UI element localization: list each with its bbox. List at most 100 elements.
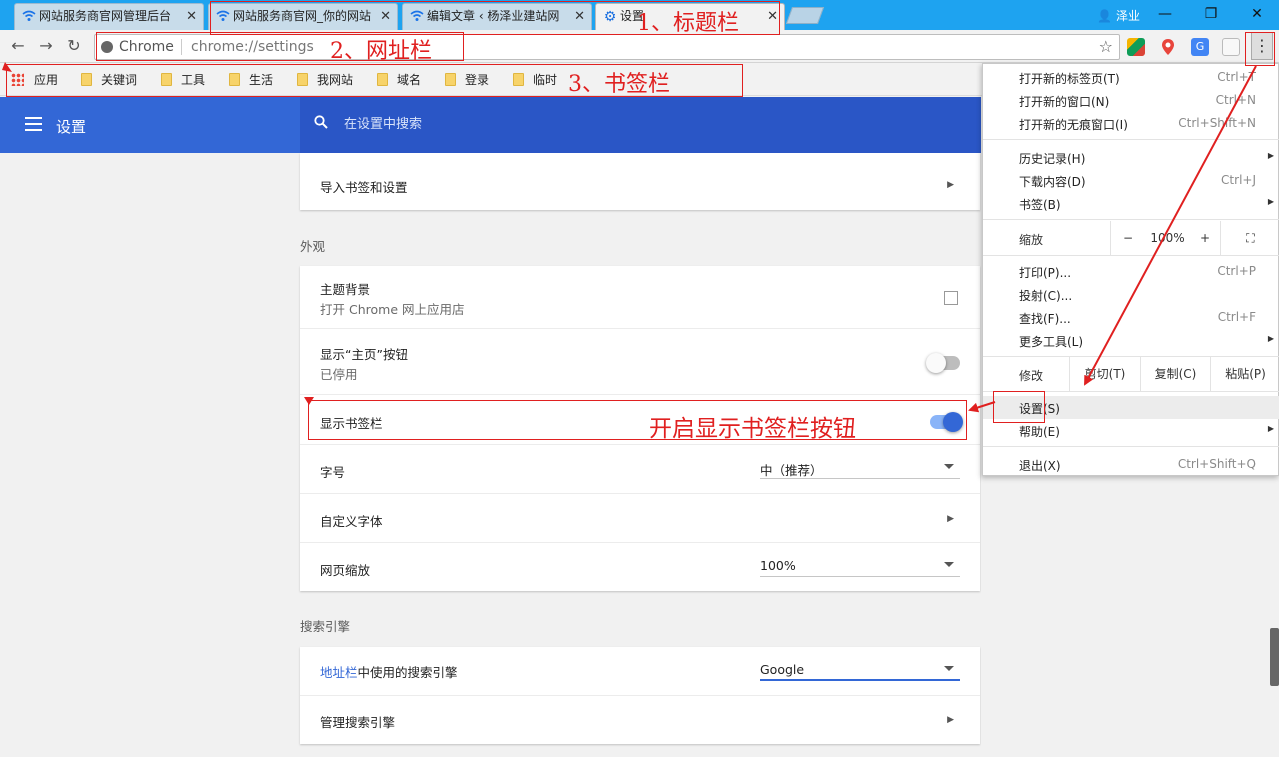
star-icon[interactable]: ☆ — [1099, 37, 1113, 56]
menu-downloads[interactable]: 下载内容(D) Ctrl+J — [983, 169, 1279, 192]
menu-divider — [983, 219, 1279, 220]
annotation-box-toggle — [308, 400, 967, 440]
menu-label: 缩放 — [1019, 233, 1044, 247]
page-zoom-label: 网页缩放 — [320, 563, 371, 578]
font-size-label: 字号 — [320, 465, 346, 480]
menu-cast[interactable]: 投射(C)... — [983, 283, 1279, 306]
menu-bookmarks[interactable]: 书签(B) ▶ — [983, 192, 1279, 215]
menu-more-tools[interactable]: 更多工具(L) ▶ — [983, 329, 1279, 352]
new-tab-button[interactable] — [785, 7, 825, 24]
menu-label: 投射(C)... — [1019, 289, 1073, 303]
annotation-bookmark-bar: 3、书签栏 — [568, 72, 670, 97]
home-button-row: 显示“主页”按钮 已停用 — [300, 329, 980, 395]
zoom-value: 100% — [1150, 231, 1185, 245]
settings-header: 设置 — [0, 97, 981, 153]
chevron-right-icon: ▶ — [1267, 424, 1274, 433]
dropdown-caret-icon — [944, 464, 954, 469]
page-zoom-value: 100% — [760, 558, 796, 573]
import-row[interactable]: 导入书签和设置 ▶ — [300, 161, 980, 210]
menu-label: 历史记录(H) — [1019, 152, 1086, 166]
menu-print[interactable]: 打印(P)... Ctrl+P — [983, 260, 1279, 283]
tab-title: 网站服务商官网管理后台 — [39, 9, 172, 23]
chevron-right-icon: ▶ — [1267, 151, 1274, 160]
tab-1[interactable]: 网站服务商官网管理后台 ✕ — [14, 3, 204, 30]
custom-fonts-label: 自定义字体 — [320, 514, 383, 529]
custom-fonts-row[interactable]: 自定义字体 ▶ — [300, 494, 980, 543]
forward-button[interactable]: → — [36, 36, 56, 56]
chevron-right-icon: ▶ — [947, 715, 954, 725]
toggle-knob — [926, 353, 946, 373]
menu-shortcut: Ctrl+P — [1217, 264, 1256, 278]
chevron-right-icon: ▶ — [1267, 334, 1274, 343]
zoom-out-button[interactable]: − — [1110, 221, 1145, 255]
menu-new-window[interactable]: 打开新的窗口(N) Ctrl+N — [983, 89, 1279, 112]
profile-button[interactable]: 👤 泽业 — [1097, 7, 1140, 24]
map-pin-icon[interactable] — [1159, 38, 1177, 56]
menu-zoom: 缩放 − 100% + ⛶ — [983, 221, 1279, 255]
address-bar-link[interactable]: 地址栏 — [320, 665, 358, 680]
annotation-box-settings-item — [993, 391, 1045, 423]
page-zoom-select[interactable]: 100% — [760, 555, 960, 577]
back-button[interactable]: ← — [8, 36, 28, 56]
manage-search-row[interactable]: 管理搜索引擎 ▶ — [300, 696, 980, 744]
import-label: 导入书签和设置 — [320, 180, 408, 195]
search-engine-select[interactable]: Google — [760, 659, 960, 681]
settings-content: 导入书签和设置 ▶ 外观 主题背景 打开 Chrome 网上应用店 显示“主页”… — [0, 153, 981, 757]
reader-icon[interactable] — [1222, 38, 1240, 56]
search-engine-card: 地址栏中使用的搜索引擎 Google 管理搜索引擎 ▶ — [300, 647, 980, 744]
extension-icon[interactable] — [1127, 38, 1145, 56]
menu-divider — [983, 446, 1279, 447]
menu-label: 打开新的标签页(T) — [1019, 72, 1120, 86]
menu-divider — [983, 139, 1279, 140]
menu-label: 打开新的无痕窗口(I) — [1019, 118, 1128, 132]
translate-icon[interactable]: G — [1191, 38, 1209, 56]
theme-row[interactable]: 主题背景 打开 Chrome 网上应用店 — [300, 266, 980, 329]
home-button-toggle[interactable] — [926, 353, 960, 373]
menu-find[interactable]: 查找(F)... Ctrl+F — [983, 306, 1279, 329]
chevron-right-icon: ▶ — [947, 514, 954, 524]
copy-button[interactable]: 复制(C) — [1140, 357, 1210, 391]
menu-label: 帮助(E) — [1019, 425, 1060, 439]
menu-history[interactable]: 历史记录(H) ▶ — [983, 146, 1279, 169]
import-card: 导入书签和设置 ▶ — [300, 153, 980, 210]
menu-shortcut: Ctrl+N — [1215, 93, 1256, 107]
page-zoom-row: 网页缩放 100% — [300, 543, 980, 591]
theme-sub: 打开 Chrome 网上应用店 — [320, 302, 465, 317]
menu-edit: 修改 剪切(T) 复制(C) 粘贴(P) — [983, 357, 1279, 391]
menu-label: 书签(B) — [1019, 198, 1061, 212]
wifi-icon — [22, 10, 36, 24]
menu-exit[interactable]: 退出(X) Ctrl+Shift+Q — [983, 453, 1279, 476]
search-input[interactable] — [344, 113, 944, 135]
fullscreen-icon[interactable]: ⛶ — [1220, 221, 1279, 255]
external-link-icon[interactable] — [944, 291, 958, 305]
menu-new-tab[interactable]: 打开新的标签页(T) Ctrl+T — [983, 66, 1279, 89]
close-window-button[interactable]: ✕ — [1247, 4, 1267, 24]
search-engine-label-text: 中使用的搜索引擎 — [357, 665, 458, 680]
annotation-title-bar: 1、标题栏 — [637, 11, 739, 36]
annotation-box-menu-button — [1245, 32, 1275, 66]
reload-button[interactable]: ↻ — [64, 36, 84, 56]
menu-shortcut: Ctrl+Shift+N — [1178, 116, 1256, 130]
menu-label: 更多工具(L) — [1019, 335, 1084, 349]
menu-label: 下载内容(D) — [1019, 175, 1086, 189]
font-size-value: 中（推荐） — [760, 463, 823, 478]
paste-button[interactable]: 粘贴(P) — [1210, 357, 1279, 391]
settings-search[interactable] — [300, 97, 981, 153]
restore-button[interactable]: ❐ — [1201, 4, 1221, 24]
cut-button[interactable]: 剪切(T) — [1069, 357, 1140, 391]
minimize-button[interactable]: — — [1155, 4, 1175, 24]
menu-shortcut: Ctrl+T — [1217, 70, 1256, 84]
scrollbar-thumb[interactable] — [1270, 628, 1279, 686]
chevron-right-icon: ▶ — [1267, 197, 1274, 206]
menu-icon[interactable] — [25, 117, 42, 131]
zoom-in-button[interactable]: + — [1190, 221, 1220, 255]
menu-incognito[interactable]: 打开新的无痕窗口(I) Ctrl+Shift+N — [983, 112, 1279, 135]
page-title: 设置 — [56, 118, 87, 136]
section-search-engine: 搜索引擎 — [300, 619, 351, 634]
font-size-select[interactable]: 中（推荐） — [760, 457, 960, 479]
home-button-label: 显示“主页”按钮 — [320, 347, 408, 362]
close-icon[interactable]: ✕ — [186, 4, 197, 29]
menu-label: 修改 — [1019, 369, 1044, 383]
menu-shortcut: Ctrl+F — [1217, 310, 1256, 324]
user-icon: 👤 — [1097, 9, 1112, 23]
